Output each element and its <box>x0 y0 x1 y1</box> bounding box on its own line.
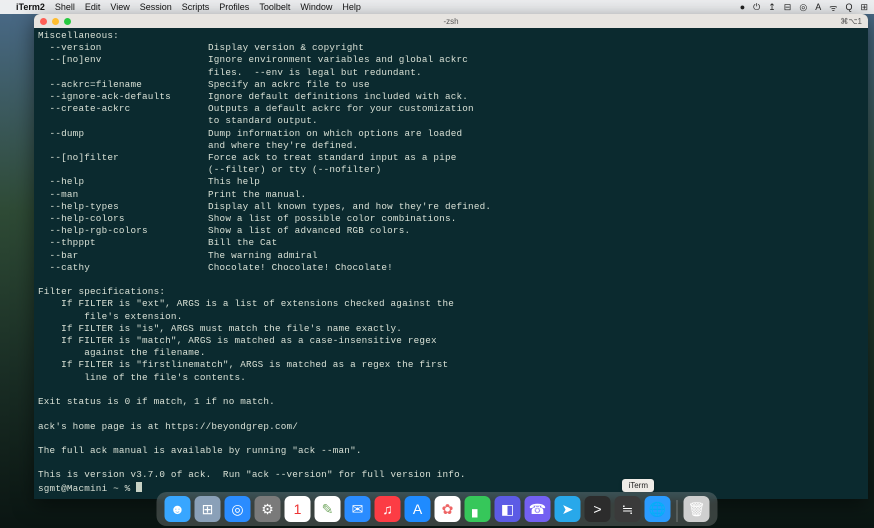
traffic-lights <box>40 18 71 25</box>
terminal-line: against the filename. <box>38 347 864 359</box>
dock-item-music[interactable]: ♫ <box>375 496 401 522</box>
zoom-button[interactable] <box>64 18 71 25</box>
menu-help[interactable]: Help <box>342 2 361 12</box>
menubar-right: ● ⏻ ↥ ⊟ ◎ A ᯤ Q ⊞ <box>740 1 868 14</box>
spotlight-icon[interactable]: Q <box>845 2 852 12</box>
dock-item-facetime[interactable]: ▖ <box>465 496 491 522</box>
menubar: iTerm2 Shell Edit View Session Scripts P… <box>0 0 874 14</box>
terminal-line: If FILTER is "is", ARGS must match the f… <box>38 323 864 335</box>
terminal-line: If FILTER is "match", ARGS is matched as… <box>38 335 864 347</box>
terminal-line: file's extension. <box>38 311 864 323</box>
dock-item-globe[interactable]: 🌐 <box>645 496 671 522</box>
dock-item-viber[interactable]: ☎ <box>525 496 551 522</box>
terminal-line: --versionDisplay version & copyright <box>38 42 864 54</box>
terminal-line <box>38 433 864 445</box>
terminal-line: ack's home page is at https://beyondgrep… <box>38 421 864 433</box>
terminal-line: line of the file's contents. <box>38 372 864 384</box>
terminal-line: If FILTER is "ext", ARGS is a list of ex… <box>38 298 864 310</box>
terminal-line: --help-colorsShow a list of possible col… <box>38 213 864 225</box>
terminal-line: The full ack manual is available by runn… <box>38 445 864 457</box>
status-icon-1[interactable]: ● <box>740 2 745 12</box>
dock-item-mail[interactable]: ✉ <box>345 496 371 522</box>
terminal-line: --dumpDump information on which options … <box>38 128 864 140</box>
menu-window[interactable]: Window <box>300 2 332 12</box>
dock-item-trash[interactable]: 🗑 <box>684 496 710 522</box>
cursor-icon <box>136 482 142 492</box>
control-center-icon[interactable]: ⊞ <box>860 2 868 13</box>
menu-shell[interactable]: Shell <box>55 2 75 12</box>
terminal-window: -zsh ⌘⌥1 Miscellaneous: --versionDisplay… <box>34 14 868 499</box>
dock-item-safari[interactable]: ◎ <box>225 496 251 522</box>
terminal-line: Filter specifications: <box>38 286 864 298</box>
terminal-line <box>38 274 864 286</box>
terminal-line <box>38 408 864 420</box>
terminal-line: --[no]envIgnore environment variables an… <box>38 54 864 66</box>
dock-item-appstore[interactable]: A <box>405 496 431 522</box>
dock-item-freeform[interactable]: ✎ <box>315 496 341 522</box>
minimize-button[interactable] <box>52 18 59 25</box>
menu-scripts[interactable]: Scripts <box>182 2 210 12</box>
terminal-line: If FILTER is "firstlinematch", ARGS is m… <box>38 359 864 371</box>
terminal-line: --[no]filterForce ack to treat standard … <box>38 152 864 164</box>
terminal-line: This is version v3.7.0 of ack. Run "ack … <box>38 469 864 481</box>
menu-session[interactable]: Session <box>140 2 172 12</box>
terminal-line: Miscellaneous: <box>38 30 864 42</box>
terminal-line: --barThe warning admiral <box>38 250 864 262</box>
status-icon-4[interactable]: ⊟ <box>784 2 792 13</box>
terminal-line: to standard output. <box>38 115 864 127</box>
dock-item-launchpad[interactable]: ⊞ <box>195 496 221 522</box>
terminal-line: (--filter) or tty (--nofilter) <box>38 164 864 176</box>
terminal-line: --helpThis help <box>38 176 864 188</box>
dock: ☻⊞◎⚙1✎✉♫A✿▖◧☎➤>≒🌐 🗑 <box>157 492 718 526</box>
window-right-label: ⌘⌥1 <box>840 17 862 26</box>
dock-item-activity[interactable]: ≒ <box>615 496 641 522</box>
terminal-line: --cathyChocolate! Chocolate! Chocolate! <box>38 262 864 274</box>
dock-tooltip: iTerm <box>622 479 654 492</box>
wifi-icon[interactable]: ᯤ <box>829 1 837 14</box>
menu-view[interactable]: View <box>110 2 129 12</box>
status-icon-6[interactable]: A <box>815 2 821 12</box>
menu-toolbelt[interactable]: Toolbelt <box>259 2 290 12</box>
menubar-left: iTerm2 Shell Edit View Session Scripts P… <box>6 2 361 12</box>
dock-item-finder[interactable]: ☻ <box>165 496 191 522</box>
terminal-line: --help-rgb-colorsShow a list of advanced… <box>38 225 864 237</box>
close-button[interactable] <box>40 18 47 25</box>
terminal-output[interactable]: Miscellaneous: --versionDisplay version … <box>34 28 868 499</box>
terminal-line: --thppptBill the Cat <box>38 237 864 249</box>
menu-app-name[interactable]: iTerm2 <box>16 2 45 12</box>
dock-item-calendar[interactable]: 1 <box>285 496 311 522</box>
dock-item-iterm[interactable]: > <box>585 496 611 522</box>
terminal-line <box>38 457 864 469</box>
status-icon-2[interactable]: ⏻ <box>753 2 760 13</box>
terminal-line: --manPrint the manual. <box>38 189 864 201</box>
menu-profiles[interactable]: Profiles <box>219 2 249 12</box>
dock-item-settings[interactable]: ⚙ <box>255 496 281 522</box>
dock-item-shortcuts[interactable]: ◧ <box>495 496 521 522</box>
terminal-line: --ignore-ack-defaultsIgnore default defi… <box>38 91 864 103</box>
dock-divider <box>677 500 678 522</box>
terminal-line: and where they're defined. <box>38 140 864 152</box>
terminal-line: --help-typesDisplay all known types, and… <box>38 201 864 213</box>
status-icon-3[interactable]: ↥ <box>768 2 776 13</box>
terminal-line: --ackrc=filenameSpecify an ackrc file to… <box>38 79 864 91</box>
dock-item-telegram[interactable]: ➤ <box>555 496 581 522</box>
menu-edit[interactable]: Edit <box>85 2 101 12</box>
window-title: -zsh <box>443 17 458 26</box>
terminal-line: Exit status is 0 if match, 1 if no match… <box>38 396 864 408</box>
terminal-line: files. --env is legal but redundant. <box>38 67 864 79</box>
terminal-line: --create-ackrcOutputs a default ackrc fo… <box>38 103 864 115</box>
titlebar[interactable]: -zsh ⌘⌥1 <box>34 14 868 28</box>
terminal-line <box>38 384 864 396</box>
status-icon-5[interactable]: ◎ <box>799 2 807 13</box>
dock-item-photos[interactable]: ✿ <box>435 496 461 522</box>
